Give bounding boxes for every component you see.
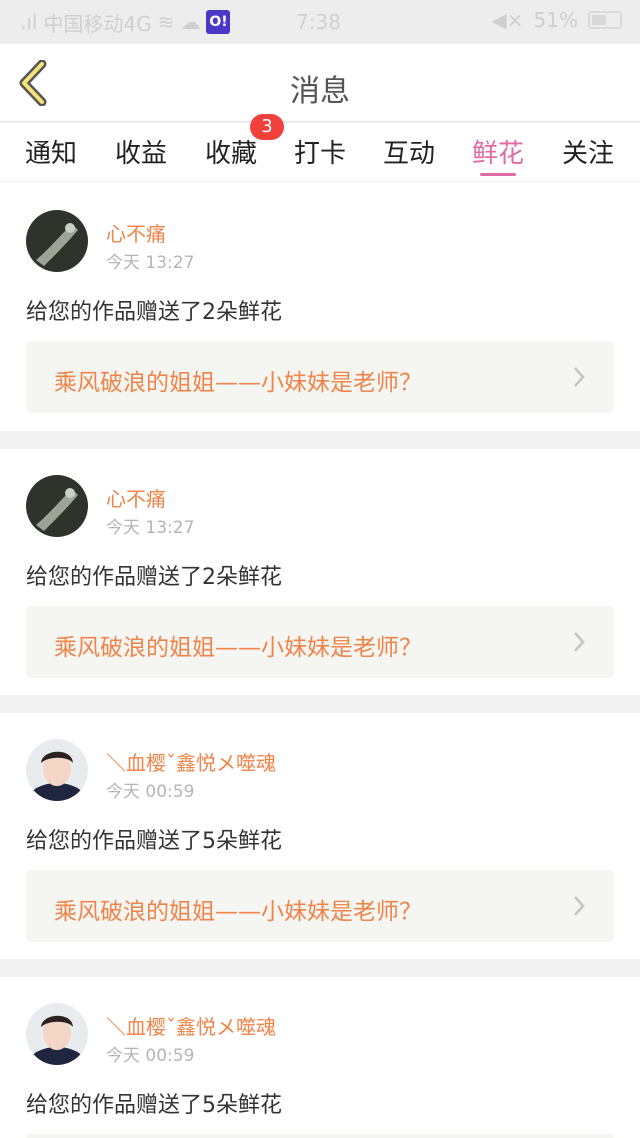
work-link[interactable]: 乘风破浪的姐姐——小妹妹是老师？ [26, 341, 614, 413]
message-text: 给您的作品赠送了5朵鲜花 [26, 1093, 282, 1118]
user-name[interactable]: 心不痛 [106, 218, 166, 247]
favorites-count-badge: 3 [250, 114, 284, 140]
tab-interaction[interactable]: 互动 [369, 133, 449, 170]
message-time: 今天 13:27 [106, 253, 195, 273]
message-card: ＼血樱ˇ鑫悦メ噬魂 今天 00:59 给您的作品赠送了5朵鲜花 乘风破浪的姐姐—… [0, 713, 640, 959]
message-card: 心不痛 今天 13:27 给您的作品赠送了2朵鲜花 乘风破浪的姐姐——小妹妹是老… [0, 449, 640, 695]
tab-flowers[interactable]: 鲜花 [458, 133, 538, 170]
message-card: 心不痛 今天 13:27 给您的作品赠送了2朵鲜花 乘风破浪的姐姐——小妹妹是老… [0, 182, 640, 431]
page-title: 消息 [290, 74, 350, 109]
chevron-right-icon [574, 632, 585, 652]
avatar[interactable] [26, 210, 88, 272]
tab-notice[interactable]: 通知 [11, 133, 91, 170]
message-text: 给您的作品赠送了2朵鲜花 [26, 300, 282, 325]
battery-icon [588, 11, 622, 29]
tab-earnings[interactable]: 收益 [101, 133, 181, 170]
chevron-right-icon [574, 896, 585, 916]
battery-label: 51% [533, 8, 578, 32]
clock: 7:38 [296, 10, 341, 34]
avatar[interactable] [26, 1003, 88, 1065]
status-bar: .ıl 中国移动4G ≋ ☁ O! 7:38 ◀× 51% [0, 0, 640, 44]
work-title: 乘风破浪的姐姐——小妹妹是老师？ [54, 370, 422, 396]
carrier-label: 中国移动4G [43, 11, 152, 36]
message-time: 今天 00:59 [106, 782, 195, 802]
tab-follow[interactable]: 关注 [548, 133, 628, 170]
work-link[interactable]: 乘风破浪的姐姐——小妹妹是老师？ [26, 870, 614, 942]
message-card: ＼血樱ˇ鑫悦メ噬魂 今天 00:59 给您的作品赠送了5朵鲜花 [0, 977, 640, 1138]
avatar[interactable] [26, 739, 88, 801]
work-title: 乘风破浪的姐姐——小妹妹是老师？ [54, 899, 422, 925]
work-title: 乘风破浪的姐姐——小妹妹是老师？ [54, 635, 422, 661]
chevron-right-icon [574, 367, 585, 387]
user-name[interactable]: ＼血樱ˇ鑫悦メ噬魂 [106, 1011, 276, 1040]
mute-icon: ◀× [491, 8, 524, 32]
message-time: 今天 13:27 [106, 518, 195, 538]
message-text: 给您的作品赠送了2朵鲜花 [26, 565, 282, 590]
cloud-icon: ☁ [180, 10, 201, 34]
nav-bar: 消息 [0, 44, 640, 122]
work-link[interactable] [26, 1134, 614, 1138]
wifi-icon: ≋ [157, 10, 175, 34]
user-name[interactable]: ＼血樱ˇ鑫悦メ噬魂 [106, 747, 276, 776]
user-name[interactable]: 心不痛 [106, 483, 166, 512]
message-time: 今天 00:59 [106, 1046, 195, 1066]
tab-checkin[interactable]: 打卡 [280, 133, 360, 170]
active-tab-indicator [480, 173, 516, 176]
work-link[interactable]: 乘风破浪的姐姐——小妹妹是老师？ [26, 606, 614, 678]
tab-bar: 通知 收益 收藏 打卡 互动 鲜花 关注 [0, 123, 640, 181]
message-text: 给您的作品赠送了5朵鲜花 [26, 829, 282, 854]
app-notification-icon: O! [206, 10, 231, 34]
signal-icon: .ıl [20, 10, 38, 34]
avatar[interactable] [26, 475, 88, 537]
